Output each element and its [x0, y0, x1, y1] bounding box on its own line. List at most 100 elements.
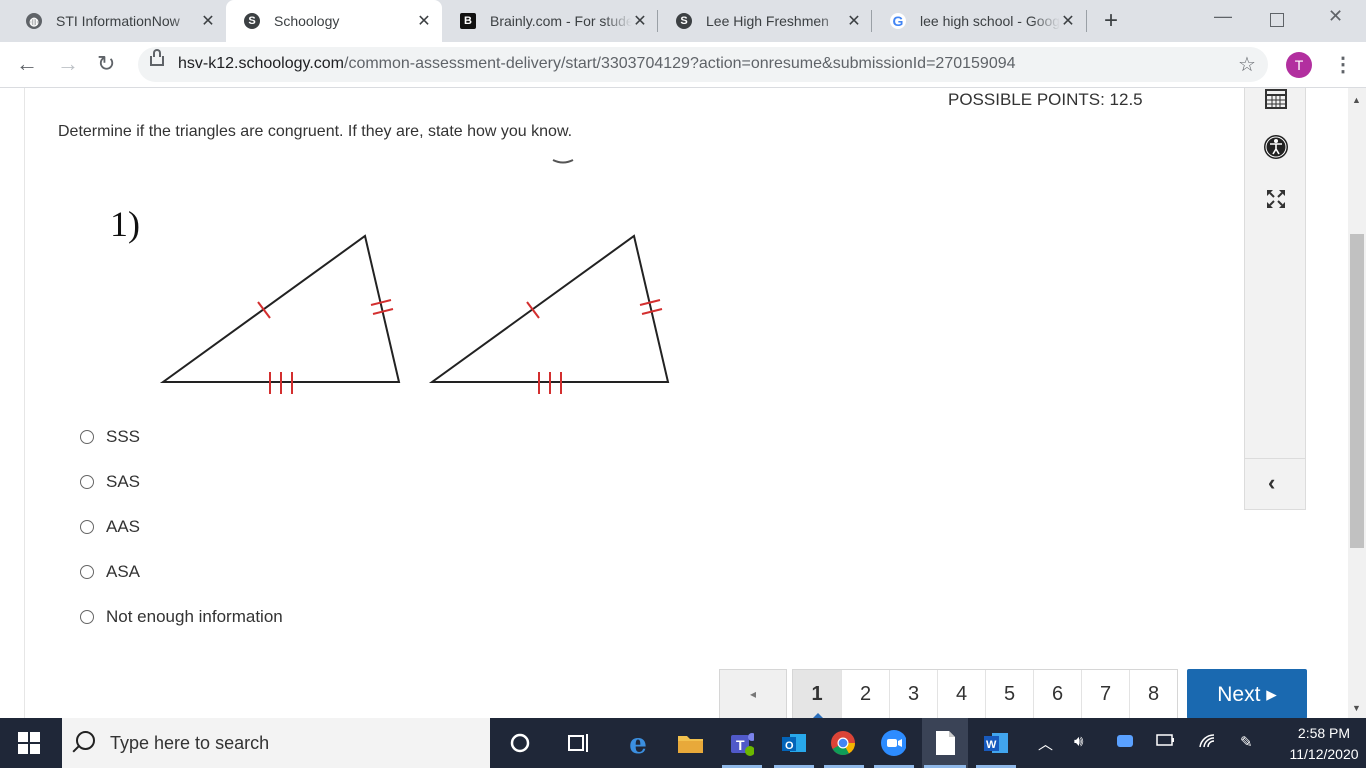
profile-avatar[interactable]: T	[1286, 52, 1312, 78]
task-view-icon[interactable]	[566, 730, 592, 756]
choice-not-enough-information[interactable]: Not enough information	[80, 606, 283, 628]
page-left-border	[24, 88, 25, 718]
close-tab-icon[interactable]: ✕	[632, 11, 648, 31]
choice-label: ASA	[106, 562, 141, 581]
search-icon	[76, 731, 95, 750]
radio-button[interactable]	[80, 430, 94, 444]
accessibility-icon[interactable]	[1263, 134, 1289, 160]
teams-icon[interactable]: T	[728, 730, 754, 756]
panel-divider	[1245, 458, 1305, 459]
battery-icon[interactable]	[1156, 733, 1176, 751]
schoology-icon: S	[676, 13, 692, 29]
scroll-up-icon[interactable]: ▲	[1352, 95, 1361, 105]
possible-points: POSSIBLE POINTS: 12.5	[948, 90, 1143, 109]
page-6-button[interactable]: 6	[1033, 670, 1081, 718]
show-hidden-icons[interactable]: ︿	[1038, 733, 1053, 754]
close-window-icon[interactable]: ✕	[1328, 6, 1343, 27]
scrollbar-thumb[interactable]	[1350, 234, 1364, 548]
new-tab-button[interactable]: +	[1104, 9, 1118, 33]
tab-sti-informationnow[interactable]: ◍ STI InformationNow ✕	[8, 0, 226, 42]
url-path: /common-assessment-delivery/start/330370…	[344, 55, 1016, 72]
minimize-icon[interactable]: —	[1214, 6, 1232, 27]
cropped-text-fragment	[552, 159, 574, 164]
next-button[interactable]: Next ▸	[1187, 669, 1307, 719]
tab-title: Brainly.com - For students	[490, 13, 632, 29]
svg-text:W: W	[986, 739, 997, 751]
lock-icon[interactable]	[150, 49, 164, 66]
triangle-2	[428, 234, 670, 383]
zoom-icon[interactable]	[880, 730, 906, 756]
choice-sss[interactable]: SSS	[80, 426, 140, 448]
page-3-button[interactable]: 3	[889, 670, 937, 718]
tick-marks	[257, 299, 663, 394]
page-2-button[interactable]: 2	[841, 670, 889, 718]
tab-title: Lee High Freshmen	[706, 13, 829, 29]
tab-title: lee high school - Google Search	[920, 13, 1060, 29]
page-4-button[interactable]: 4	[937, 670, 985, 718]
word-icon[interactable]: W	[982, 730, 1008, 756]
choice-label: SSS	[106, 427, 141, 446]
previous-button[interactable]: ◂	[719, 669, 787, 719]
close-tab-icon[interactable]: ✕	[200, 11, 216, 31]
forward-icon[interactable]: →	[57, 52, 79, 76]
radio-button[interactable]	[80, 565, 94, 579]
brainly-icon: B	[460, 13, 476, 29]
google-icon: G	[890, 13, 906, 29]
zoom-tray-icon[interactable]	[1116, 733, 1134, 753]
browser-menu-icon[interactable]: ⋮	[1333, 52, 1353, 77]
triangles-figure: 1)	[110, 159, 670, 394]
close-tab-icon[interactable]: ✕	[416, 11, 432, 31]
tab-title: Schoology	[274, 13, 340, 29]
question-pagination: 1 2 3 4 5 6 7 8	[792, 669, 1178, 719]
tab-lee-high-freshmen[interactable]: S Lee High Freshmen ✕	[658, 0, 872, 42]
scroll-down-icon[interactable]: ▼	[1352, 703, 1361, 713]
choice-label: AAS	[106, 517, 141, 536]
calendar-icon[interactable]	[1265, 89, 1287, 109]
schoology-icon: S	[244, 13, 260, 29]
chrome-icon[interactable]	[830, 730, 856, 756]
edge-icon[interactable]: e	[625, 727, 651, 760]
question-text: Determine if the triangles are congruent…	[58, 123, 573, 140]
cortana-icon[interactable]	[507, 730, 533, 756]
reload-icon[interactable]: ↻	[97, 52, 115, 76]
figure-label: 1)	[110, 204, 140, 244]
radio-button[interactable]	[80, 520, 94, 534]
taskbar-clock[interactable]: 2:58 PM 11/12/2020	[1284, 723, 1364, 765]
tab-google-search[interactable]: G lee high school - Google Search ✕	[872, 0, 1086, 42]
file-explorer-icon[interactable]	[677, 730, 703, 756]
close-tab-icon[interactable]: ✕	[846, 11, 862, 31]
windows-start-icon[interactable]	[18, 732, 40, 754]
pen-workspace-icon[interactable]: ✎	[1240, 733, 1253, 751]
url-text[interactable]: hsv-k12.schoology.com/common-assessment-…	[178, 55, 1016, 73]
volume-icon[interactable]: 🔊︎	[1074, 733, 1083, 750]
page-5-button[interactable]: 5	[985, 670, 1033, 718]
clock-date: 11/12/2020	[1289, 746, 1359, 762]
triangle-1	[159, 234, 401, 383]
restore-icon[interactable]	[1270, 13, 1284, 27]
bookmark-star-icon[interactable]: ☆	[1238, 52, 1256, 77]
svg-text:O: O	[785, 740, 794, 752]
choice-asa[interactable]: ASA	[80, 561, 140, 583]
notepad-icon[interactable]	[932, 730, 958, 756]
tab-brainly[interactable]: B Brainly.com - For students ✕	[442, 0, 658, 42]
back-icon[interactable]: ←	[16, 52, 38, 76]
wifi-icon[interactable]	[1198, 733, 1218, 753]
tab-title: STI InformationNow	[56, 13, 180, 29]
choice-aas[interactable]: AAS	[80, 516, 140, 538]
tab-schoology[interactable]: S Schoology ✕	[226, 0, 442, 42]
page-7-button[interactable]: 7	[1081, 670, 1129, 718]
page-1-button[interactable]: 1	[793, 670, 841, 718]
clock-time: 2:58 PM	[1297, 725, 1351, 741]
taskbar-search-placeholder: Type here to search	[110, 733, 270, 753]
choice-sas[interactable]: SAS	[80, 471, 140, 493]
outlook-icon[interactable]: O	[780, 730, 806, 756]
fullscreen-icon[interactable]	[1265, 188, 1287, 210]
radio-button[interactable]	[80, 475, 94, 489]
url-host: hsv-k12.schoology.com	[178, 55, 344, 72]
radio-button[interactable]	[80, 610, 94, 624]
choice-label: SAS	[106, 472, 141, 491]
close-tab-icon[interactable]: ✕	[1060, 11, 1076, 31]
collapse-panel-icon[interactable]: ‹	[1268, 470, 1275, 496]
globe-icon: ◍	[26, 13, 42, 29]
page-8-button[interactable]: 8	[1129, 670, 1177, 718]
